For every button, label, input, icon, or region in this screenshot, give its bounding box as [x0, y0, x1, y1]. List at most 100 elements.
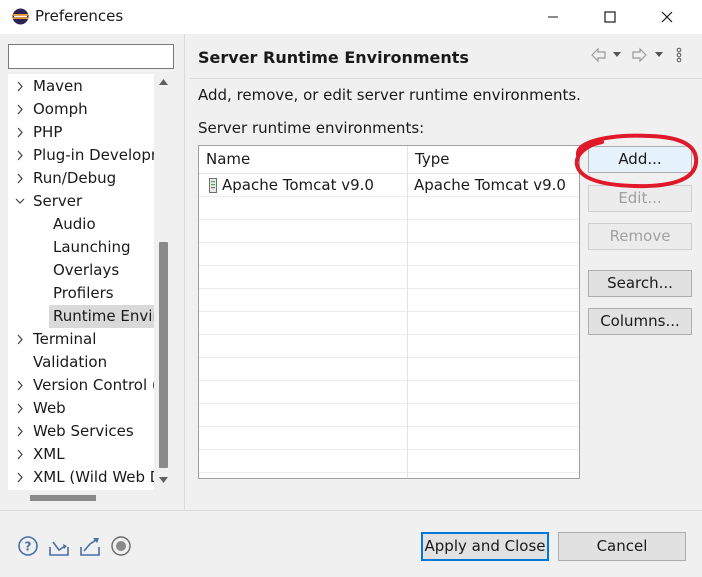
tree-item[interactable]: Plug-in Developm — [8, 144, 154, 167]
column-header-name[interactable]: Name — [199, 146, 408, 173]
tree-item[interactable]: Version Control ( — [8, 374, 154, 397]
tree-item[interactable]: Validation — [8, 351, 154, 374]
help-icon[interactable]: ? — [16, 534, 40, 558]
cell-name: Apache Tomcat v9.0 — [222, 176, 374, 194]
tree-item[interactable]: PHP — [8, 121, 154, 144]
columns-button[interactable]: Columns... — [588, 308, 692, 335]
back-dropdown-icon[interactable] — [612, 51, 622, 59]
tree-item[interactable]: Maven — [8, 75, 154, 98]
tree-item[interactable]: Launching — [8, 236, 154, 259]
scroll-up-icon[interactable] — [158, 78, 169, 86]
scrollbar-thumb[interactable] — [30, 495, 96, 501]
chevron-right-icon[interactable] — [14, 98, 26, 121]
scrollbar-thumb[interactable] — [159, 242, 168, 468]
forward-dropdown-icon[interactable] — [654, 51, 664, 59]
tree-item[interactable]: Run/Debug — [8, 167, 154, 190]
close-icon — [661, 11, 673, 23]
runtime-environments-table[interactable]: Name Type Apache Tomcat v9.0 Apache Tomca… — [198, 145, 580, 479]
title-separator — [190, 78, 702, 79]
apply-and-close-button[interactable]: Apply and Close — [421, 532, 549, 561]
tree-item[interactable]: Runtime Enviro — [8, 305, 154, 328]
edit-button[interactable]: Edit... — [588, 185, 692, 212]
tree-item-label: Overlays — [53, 261, 120, 279]
tree-item-label: Validation — [33, 353, 108, 371]
table-row — [199, 335, 579, 358]
back-arrow-icon[interactable] — [590, 46, 608, 64]
column-header-type[interactable]: Type — [408, 146, 579, 173]
export-icon[interactable] — [78, 534, 102, 558]
chevron-right-icon[interactable] — [14, 443, 26, 466]
add-button[interactable]: Add... — [588, 146, 692, 173]
record-icon[interactable] — [109, 534, 133, 558]
tree-item-label: Server — [33, 192, 83, 210]
tree-item[interactable]: Overlays — [8, 259, 154, 282]
search-button[interactable]: Search... — [588, 270, 692, 297]
tree-item-label: Profilers — [53, 284, 114, 302]
tree-vertical-scrollbar[interactable] — [154, 74, 173, 490]
table-row — [199, 312, 579, 335]
tree-item-label: Launching — [53, 238, 131, 256]
chevron-right-icon[interactable] — [14, 75, 26, 98]
chevron-down-icon[interactable] — [14, 190, 26, 213]
chevron-right-icon[interactable] — [14, 374, 26, 397]
close-button[interactable] — [644, 0, 690, 34]
table-row[interactable]: Apache Tomcat v9.0 Apache Tomcat v9.0 — [199, 174, 579, 197]
tree-item[interactable]: Web — [8, 397, 154, 420]
tree-item[interactable]: Profilers — [8, 282, 154, 305]
cell-type: Apache Tomcat v9.0 — [414, 176, 566, 194]
table-row — [199, 289, 579, 312]
chevron-right-icon[interactable] — [14, 466, 26, 489]
view-menu-icon[interactable] — [674, 46, 684, 64]
tree-item-label: XML — [33, 445, 65, 463]
table-row — [199, 404, 579, 427]
tree-horizontal-scrollbar[interactable] — [8, 490, 154, 506]
maximize-button[interactable] — [587, 0, 633, 34]
title-bar: Preferences — [0, 0, 702, 34]
column-divider — [407, 173, 408, 478]
tree-item-label: Audio — [53, 215, 96, 233]
filter-input[interactable] — [8, 44, 174, 69]
import-icon[interactable] — [47, 534, 71, 558]
cancel-button[interactable]: Cancel — [558, 532, 686, 561]
tree-item[interactable]: Web Services — [8, 420, 154, 443]
dialog-button-bar: ? Apply and Close Cancel — [0, 510, 702, 577]
chevron-right-icon[interactable] — [14, 121, 26, 144]
table-row — [199, 450, 579, 473]
tree-item[interactable]: Audio — [8, 213, 154, 236]
tree-item[interactable]: Oomph — [8, 98, 154, 121]
tree-item-label: PHP — [33, 123, 63, 141]
chevron-right-icon[interactable] — [14, 167, 26, 190]
remove-button[interactable]: Remove — [588, 223, 692, 250]
tree-item-label: Run/Debug — [33, 169, 117, 187]
preferences-tree: Maven Oomph PHP Plug-in Developm Run/Debug Se… — [8, 74, 154, 490]
forward-arrow-icon[interactable] — [630, 46, 648, 64]
table-row — [199, 427, 579, 450]
tree-item[interactable]: XML — [8, 443, 154, 466]
tree-item-label: Plug-in Developm — [33, 146, 154, 164]
server-icon — [209, 178, 217, 193]
preferences-tree-panel: Maven Oomph PHP Plug-in Developm Run/Debug Se… — [0, 34, 184, 510]
chevron-right-icon[interactable] — [14, 420, 26, 443]
page-title: Server Runtime Environments — [198, 48, 469, 67]
tree-item-label: Runtime Enviro — [53, 307, 154, 325]
table-row — [199, 220, 579, 243]
minimize-button[interactable] — [530, 0, 576, 34]
chevron-right-icon[interactable] — [14, 328, 26, 351]
chevron-right-icon[interactable] — [14, 397, 26, 420]
tree-item[interactable]: Terminal — [8, 328, 154, 351]
tree-item[interactable]: XML (Wild Web D — [8, 466, 154, 489]
table-row — [199, 358, 579, 381]
chevron-right-icon[interactable] — [14, 144, 26, 167]
tree-item-label: XML (Wild Web D — [33, 468, 154, 486]
tree-item-label: Maven — [33, 77, 83, 95]
page-navigation — [590, 46, 690, 66]
svg-text:?: ? — [25, 540, 32, 554]
tree-item-label: Web — [33, 399, 66, 417]
tree-item[interactable]: Server — [8, 190, 154, 213]
eclipse-logo-icon — [12, 8, 29, 25]
scroll-down-icon[interactable] — [158, 476, 169, 484]
window-title: Preferences — [35, 7, 124, 25]
table-row — [199, 381, 579, 404]
tree-item-label: Web Services — [33, 422, 134, 440]
minimize-icon — [548, 16, 558, 18]
